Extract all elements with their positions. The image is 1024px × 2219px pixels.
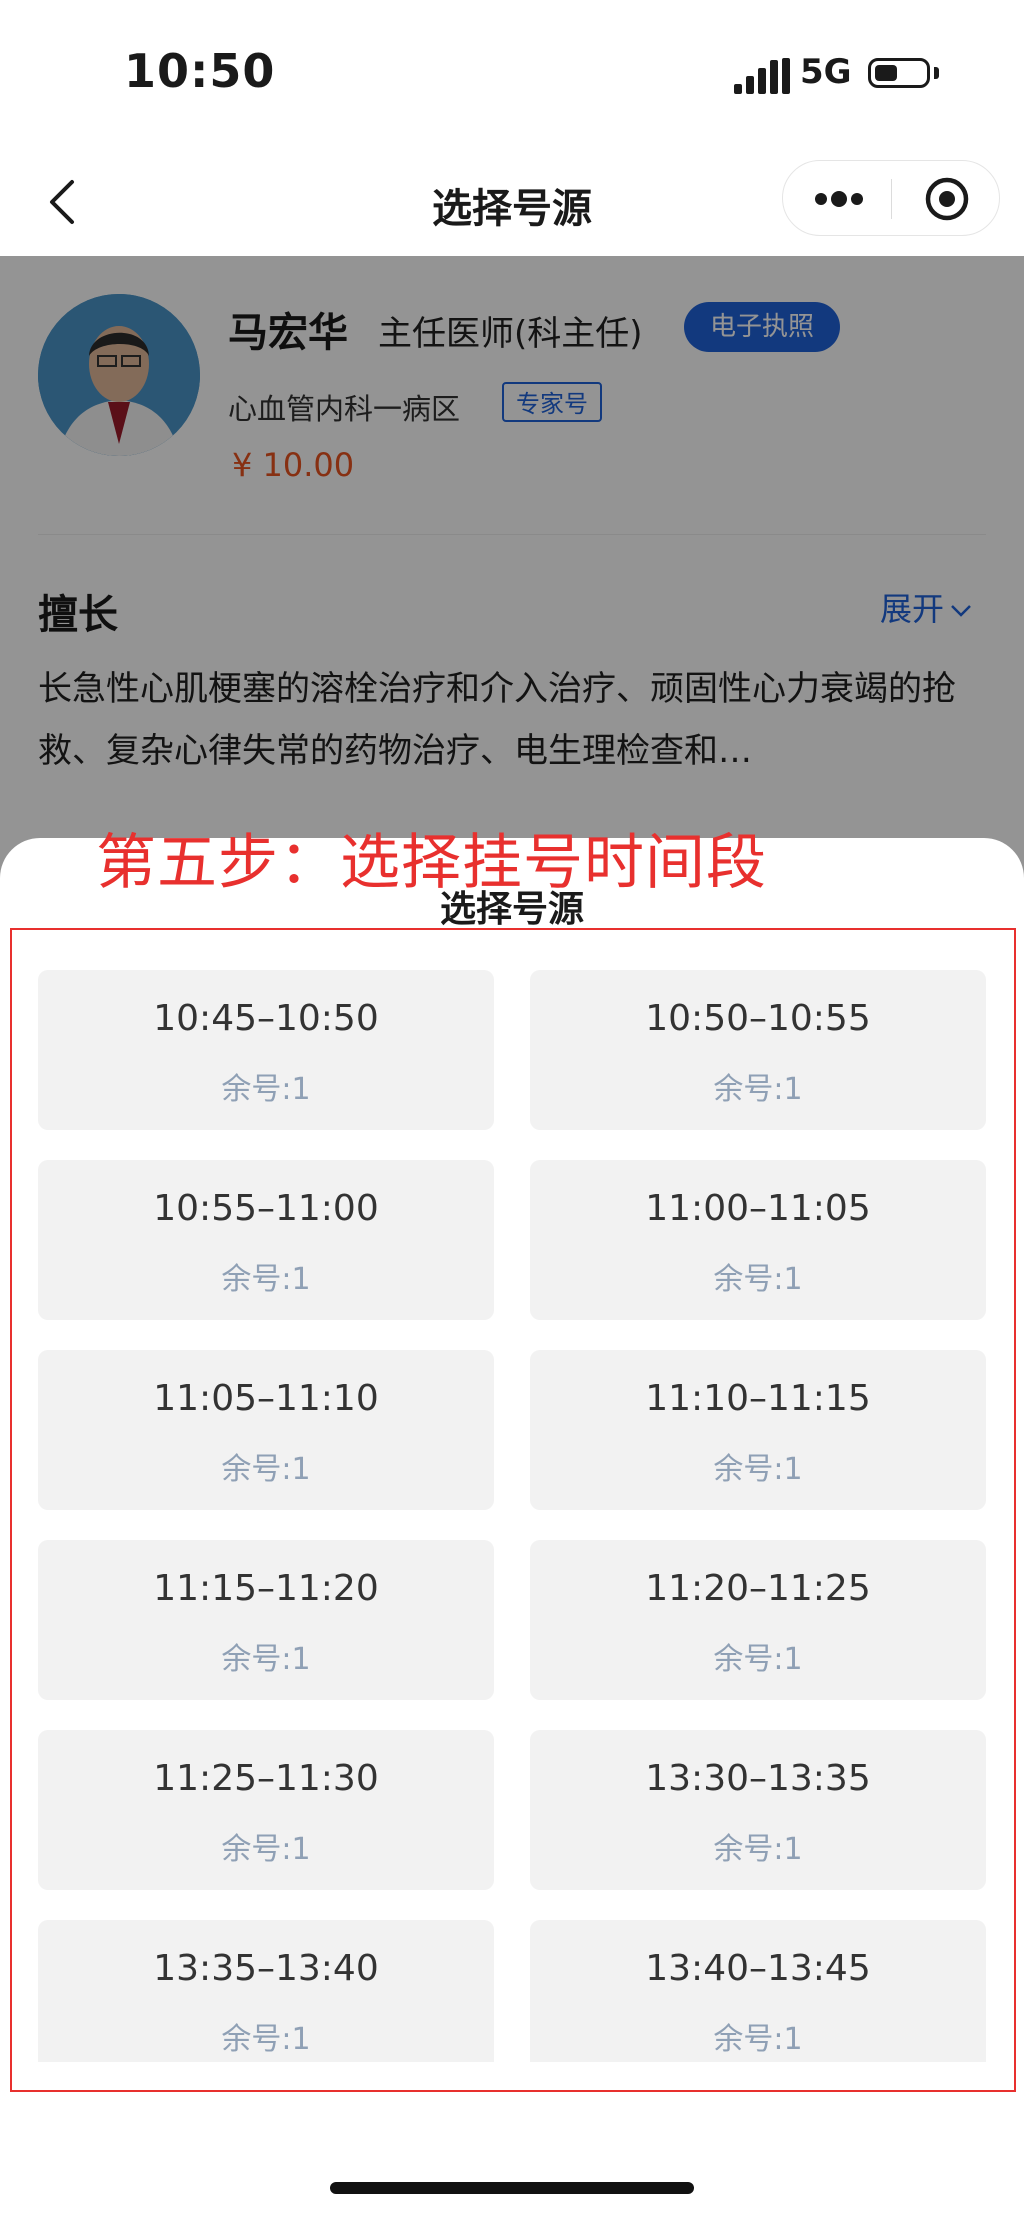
nav-bar: 选择号源 (0, 150, 1024, 256)
mini-program-capsule (782, 160, 1000, 236)
time-slot[interactable]: 11:05–11:10 余号:1 (38, 1350, 494, 1510)
slot-remaining: 余号:1 (713, 1832, 803, 1867)
slot-time: 11:10–11:15 (645, 1378, 871, 1419)
battery-tip (934, 67, 939, 79)
slot-time: 10:50–10:55 (645, 998, 871, 1039)
slot-time: 10:55–11:00 (153, 1188, 379, 1229)
time-slot[interactable]: 10:55–11:00 余号:1 (38, 1160, 494, 1320)
signal-icon (734, 58, 790, 94)
time-slot[interactable]: 11:00–11:05 余号:1 (530, 1160, 986, 1320)
slot-remaining: 余号:1 (713, 1262, 803, 1297)
time-slot[interactable]: 13:35–13:40 余号:1 (38, 1920, 494, 2062)
slot-time: 11:00–11:05 (645, 1188, 871, 1229)
slot-remaining: 余号:1 (713, 2022, 803, 2057)
time-slot[interactable]: 11:25–11:30 余号:1 (38, 1730, 494, 1890)
home-indicator[interactable] (330, 2182, 694, 2194)
slot-time: 11:05–11:10 (153, 1378, 379, 1419)
slot-time: 13:40–13:45 (645, 1948, 871, 1989)
capsule-divider (891, 179, 892, 219)
slot-remaining: 余号:1 (221, 1832, 311, 1867)
time-slot[interactable]: 11:15–11:20 余号:1 (38, 1540, 494, 1700)
slot-remaining: 余号:1 (713, 1642, 803, 1677)
slot-remaining: 余号:1 (713, 1072, 803, 1107)
slot-time: 13:30–13:35 (645, 1758, 871, 1799)
status-time: 10:50 (124, 44, 276, 98)
battery-icon (868, 58, 930, 88)
slot-remaining: 余号:1 (713, 1452, 803, 1487)
time-slot[interactable]: 10:45–10:50 余号:1 (38, 970, 494, 1130)
time-slot[interactable]: 13:30–13:35 余号:1 (530, 1730, 986, 1890)
slot-time: 11:20–11:25 (645, 1568, 871, 1609)
slot-remaining: 余号:1 (221, 1072, 311, 1107)
slot-remaining: 余号:1 (221, 2022, 311, 2057)
status-bar: 10:50 5G (0, 0, 1024, 150)
slot-grid: 10:45–10:50 余号:1 10:50–10:55 余号:1 10:55–… (38, 970, 986, 2062)
close-target-icon[interactable] (923, 175, 971, 223)
slot-time: 13:35–13:40 (153, 1948, 379, 1989)
network-type: 5G (800, 52, 852, 92)
time-slot[interactable]: 11:20–11:25 余号:1 (530, 1540, 986, 1700)
slot-time: 11:25–11:30 (153, 1758, 379, 1799)
time-slot[interactable]: 11:10–11:15 余号:1 (530, 1350, 986, 1510)
slot-time: 11:15–11:20 (153, 1568, 379, 1609)
time-slot[interactable]: 10:50–10:55 余号:1 (530, 970, 986, 1130)
slot-remaining: 余号:1 (221, 1642, 311, 1677)
slot-remaining: 余号:1 (221, 1452, 311, 1487)
more-icon[interactable] (811, 185, 867, 213)
slot-remaining: 余号:1 (221, 1262, 311, 1297)
time-slot[interactable]: 13:40–13:45 余号:1 (530, 1920, 986, 2062)
sheet-title: 选择号源 (439, 889, 584, 930)
slot-time: 10:45–10:50 (153, 998, 379, 1039)
